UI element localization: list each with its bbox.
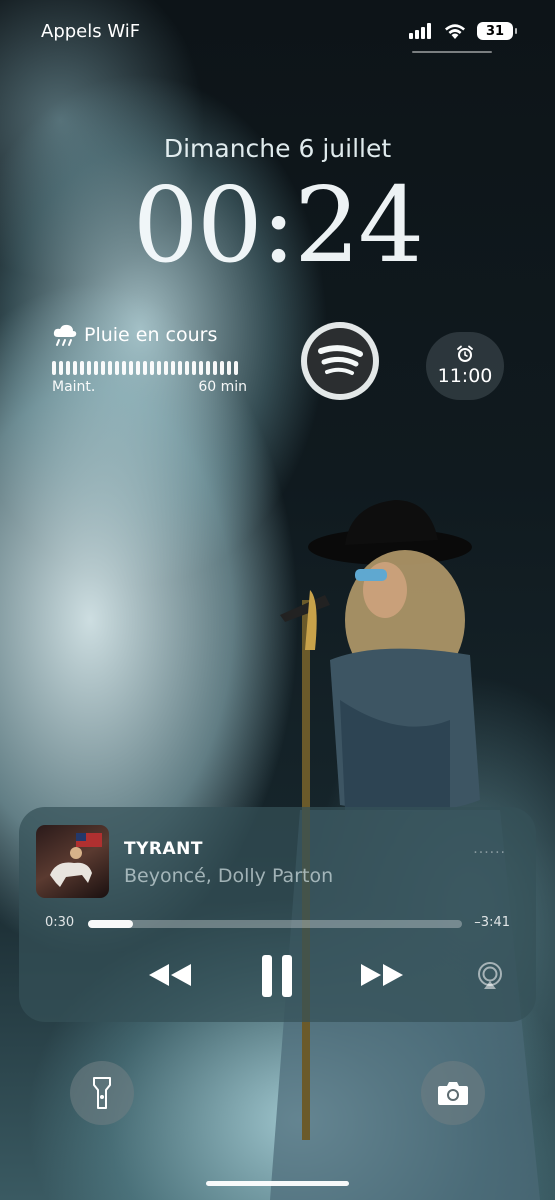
playback-progress: [88, 920, 133, 928]
album-art-image: [50, 833, 102, 887]
status-indicator-line: [412, 51, 492, 53]
airplay-button[interactable]: [475, 961, 505, 991]
now-playing-card[interactable]: TYRANT Beyoncé, Dolly Parton ······ 0:30…: [19, 807, 536, 1022]
song-title: TYRANT: [124, 839, 203, 859]
weather-title: Pluie en cours: [84, 324, 218, 346]
rewind-icon: [149, 964, 191, 986]
flashlight-icon: [93, 1077, 111, 1109]
camera-icon: [438, 1082, 468, 1105]
weather-widget[interactable]: Pluie en cours Maint. 60 min: [52, 323, 247, 395]
rewind-button[interactable]: [145, 955, 195, 995]
playback-scrubber[interactable]: [88, 920, 462, 928]
status-icons: 31: [409, 22, 517, 40]
fast-forward-button[interactable]: [357, 955, 407, 995]
rain-intensity-bars: [52, 359, 247, 375]
camera-button[interactable]: [421, 1061, 485, 1125]
cloud-rain-icon: [53, 324, 77, 346]
weather-start-label: Maint.: [52, 379, 96, 395]
cellular-signal-icon: [409, 23, 431, 39]
song-artist: Beyoncé, Dolly Parton: [124, 865, 334, 887]
weather-end-label: 60 min: [198, 379, 247, 395]
pause-icon: [262, 955, 292, 997]
home-indicator[interactable]: [206, 1181, 349, 1186]
elapsed-time: 0:30: [45, 915, 75, 930]
more-options-icon[interactable]: ······: [473, 845, 506, 861]
alarm-time: 11:00: [437, 365, 493, 387]
airplay-icon: [478, 962, 502, 989]
album-artwork[interactable]: [36, 825, 109, 898]
battery-level: 31: [485, 23, 505, 39]
lock-time: 00:24: [132, 164, 425, 286]
alarm-widget[interactable]: 11:00: [426, 332, 504, 400]
fast-forward-icon: [361, 964, 403, 986]
wifi-icon: [445, 24, 465, 39]
lock-date: Dimanche 6 juillet: [163, 134, 392, 163]
spotify-logo-icon: [307, 328, 373, 394]
pause-button[interactable]: [257, 953, 297, 999]
alarm-clock-icon: [457, 345, 473, 362]
spotify-widget[interactable]: [301, 322, 379, 400]
flashlight-button[interactable]: [70, 1061, 134, 1125]
carrier-label: Appels WiF: [41, 21, 141, 42]
remaining-time: –3:41: [474, 915, 510, 930]
battery-icon: 31: [477, 22, 517, 40]
